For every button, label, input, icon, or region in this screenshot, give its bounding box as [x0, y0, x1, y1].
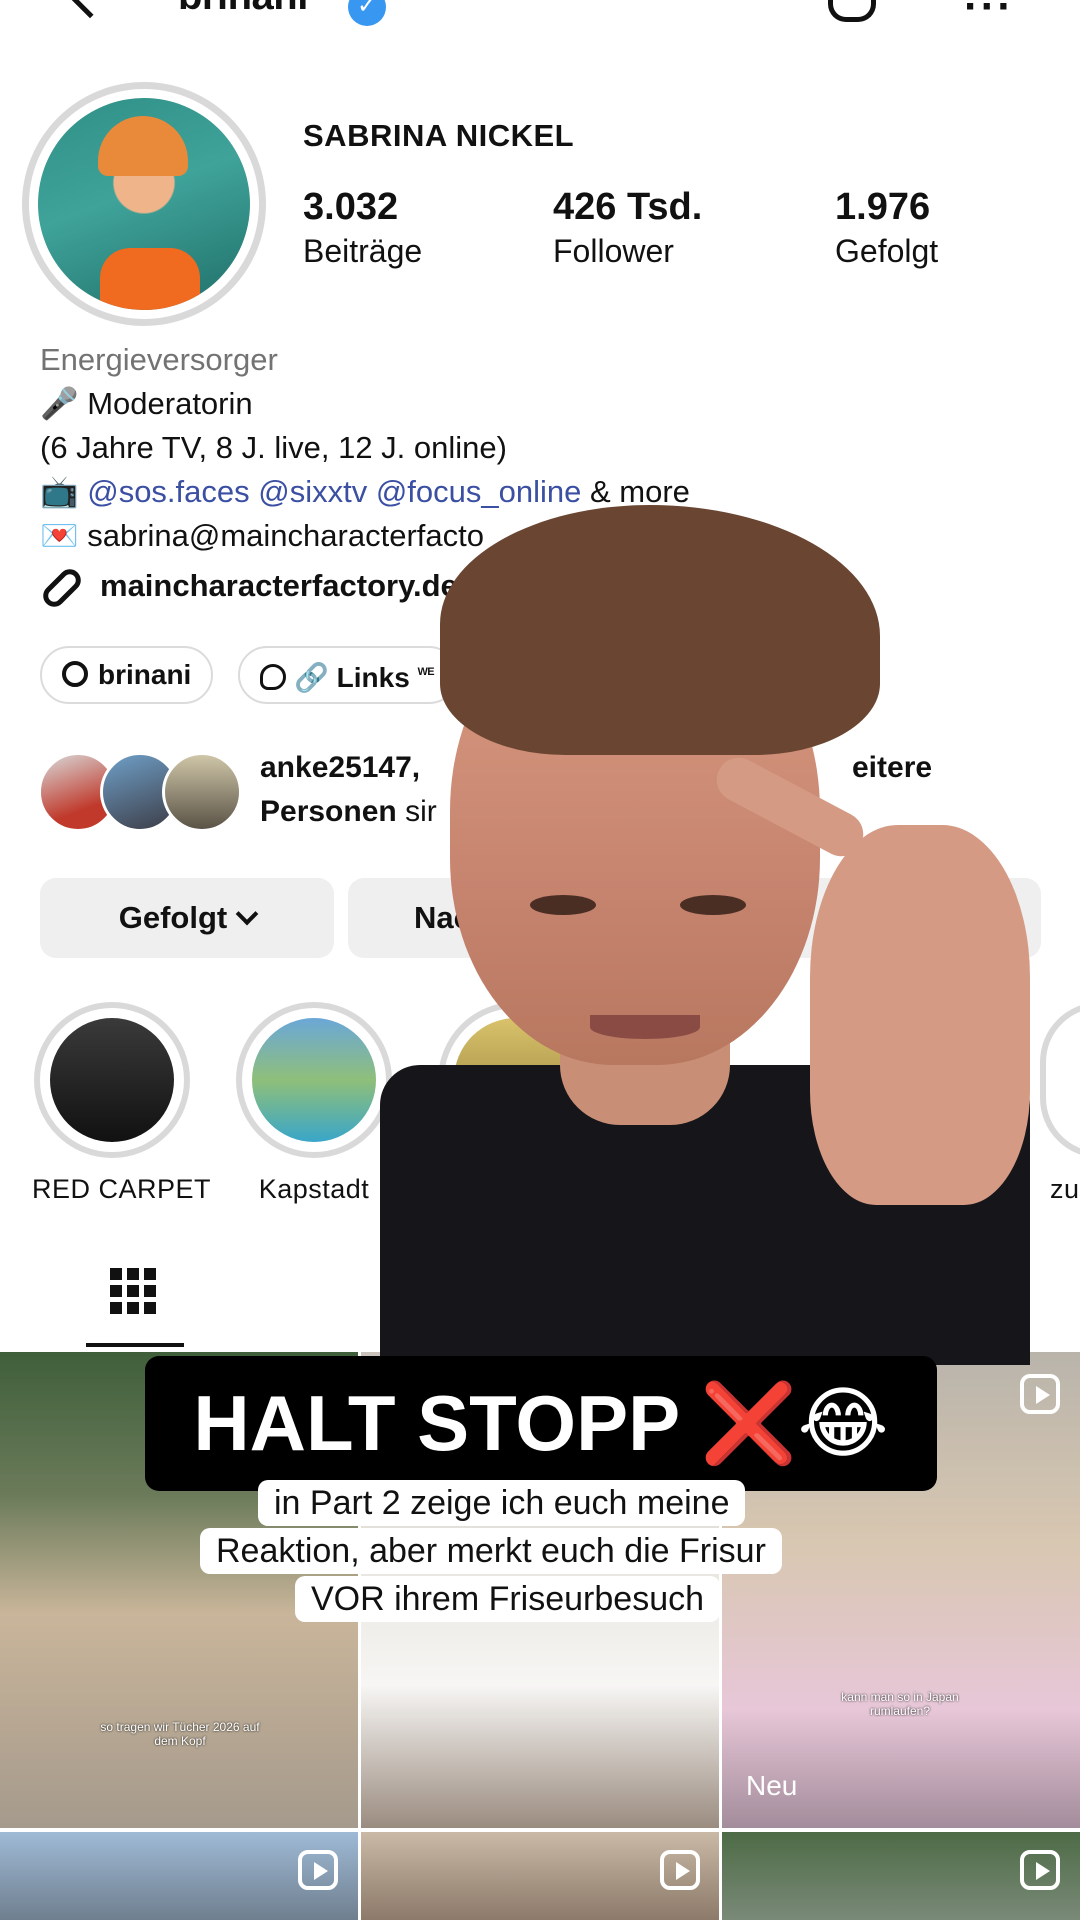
- person-mouth: [590, 1015, 700, 1039]
- stat-following-label: Gefolgt: [835, 233, 939, 269]
- more-icon[interactable]: ···: [964, 0, 1014, 32]
- overlay-subtitle-line-2: Reaktion, aber merkt euch die Frisur: [200, 1528, 782, 1574]
- highlight-red-carpet[interactable]: RED CARPET: [32, 1002, 212, 1205]
- following-button[interactable]: Gefolgt: [40, 878, 334, 958]
- profile-full-name: SABRINA NICKEL: [303, 118, 575, 153]
- grid-tab-underline: [86, 1343, 184, 1347]
- threads-icon: [62, 661, 88, 687]
- stat-followers-value: 426 Tsd.: [553, 186, 703, 228]
- threads-chip-label: brinani: [98, 659, 192, 690]
- reel-icon: [1020, 1374, 1060, 1414]
- overlay-subtitle-line-1: in Part 2 zeige ich euch meine: [258, 1480, 746, 1526]
- top-bar: brinani ✓ ···: [0, 0, 1080, 40]
- bio-more: & more: [581, 474, 690, 509]
- overlay-subtitle-line-3: VOR ihrem Friseurbesuch: [295, 1576, 721, 1622]
- bio-line-1: 🎤 Moderatorin: [40, 386, 253, 421]
- highlight-label: Kapstadt: [258, 1174, 370, 1204]
- highlight-label: zu: [1050, 1174, 1080, 1204]
- highlight-image: [50, 1018, 174, 1142]
- bio-tv-emoji: 📺: [40, 474, 88, 509]
- highlight-ring: [236, 1002, 392, 1158]
- stat-following-value: 1.976: [835, 186, 931, 228]
- highlight-image: [252, 1018, 376, 1142]
- laughing-emoji-icon: 😂: [797, 1379, 889, 1467]
- overlay-title: HALT STOPP ❌😂: [145, 1356, 937, 1491]
- profile-username: brinani: [178, 0, 308, 19]
- followed-by-avatars[interactable]: [38, 752, 248, 832]
- chevron-down-icon: [235, 902, 259, 926]
- highlight-label: RED CARPET: [32, 1174, 212, 1204]
- post-caption-right: kann man so in Japan rumlaufen?: [841, 1690, 959, 1718]
- following-button-label: Gefolgt: [118, 900, 228, 935]
- followed-by-line2: Personen: [260, 795, 397, 828]
- bell-icon[interactable]: [828, 0, 876, 22]
- link-icon: [38, 564, 86, 612]
- highlight-kapstadt[interactable]: Kapstadt: [234, 1002, 394, 1205]
- stat-followers-label: Follower: [553, 233, 674, 269]
- stat-followers[interactable]: 426 Tsd. Follower: [553, 186, 702, 270]
- bio-line-2: (6 Jahre TV, 8 J. live, 12 J. online): [40, 430, 507, 465]
- avatar-top: [100, 248, 200, 310]
- highlight-ring: [1040, 1002, 1080, 1158]
- reel-icon: [298, 1850, 338, 1890]
- bio-category: Energieversorger: [40, 342, 278, 377]
- verified-badge-icon: ✓: [348, 0, 386, 26]
- bio-mentions[interactable]: @sos.faces @sixxtv @focus_online: [87, 474, 581, 509]
- person-eye: [680, 895, 746, 915]
- avatar[interactable]: [38, 98, 250, 310]
- person-eye: [530, 895, 596, 915]
- stat-posts-value: 3.032: [303, 186, 399, 228]
- avatar: [162, 752, 242, 832]
- threads-chip[interactable]: brinani: [40, 646, 214, 704]
- cross-mark-icon: ❌: [700, 1379, 798, 1467]
- reel-icon: [660, 1850, 700, 1890]
- avatar-scarf: [98, 116, 188, 176]
- overlay-title-text: HALT STOPP: [193, 1379, 701, 1467]
- person-hair: [440, 505, 880, 755]
- chat-icon: [260, 664, 286, 690]
- new-label: Neu: [746, 1770, 798, 1801]
- stat-following[interactable]: 1.976 Gefolgt: [835, 186, 938, 270]
- highlight-ring: [34, 1002, 190, 1158]
- chevron-left-icon[interactable]: [61, 0, 119, 19]
- stat-posts-label: Beiträge: [303, 233, 423, 269]
- reel-icon: [1020, 1850, 1060, 1890]
- person-hand: [810, 825, 1030, 1205]
- post-caption-left: so tragen wir Tücher 2026 auf dem Kopf: [100, 1720, 260, 1748]
- overlay-person: [380, 505, 1030, 1365]
- stat-posts[interactable]: 3.032 Beiträge: [303, 186, 422, 270]
- grid-icon[interactable]: [110, 1268, 156, 1314]
